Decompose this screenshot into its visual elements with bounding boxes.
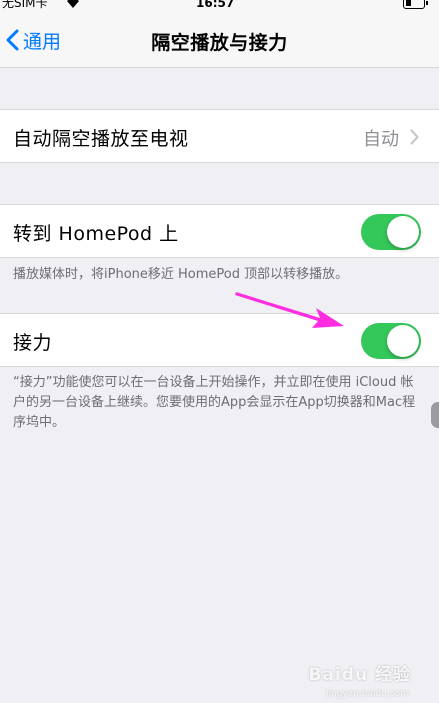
- page-title: 隔空播放与接力: [151, 32, 288, 54]
- handoff-toggle[interactable]: [361, 323, 421, 359]
- status-bar: 无SIM卡 16:57: [0, 0, 439, 12]
- wifi-icon: [66, 0, 80, 11]
- handoff-label: 接力: [13, 332, 53, 354]
- toggle-knob: [387, 216, 419, 248]
- airplay-to-tv-value: 自动: [363, 129, 399, 150]
- homepod-toggle[interactable]: [361, 214, 421, 250]
- toggle-knob: [387, 325, 419, 357]
- homepod-footnote: 播放媒体时，将iPhone移近 HomePod 顶部以转移播放。: [13, 267, 349, 282]
- chevron-right-icon: [410, 129, 419, 145]
- homepod-row: 转到 HomePod 上: [0, 204, 439, 258]
- carrier-label: 无SIM卡: [2, 0, 48, 10]
- annotation-arrow-icon: [235, 292, 344, 328]
- homepod-label: 转到 HomePod 上: [13, 223, 179, 245]
- handoff-footnote: “接力”功能使您可以在一台设备上开始操作，并立即在使用 iCloud 帐户的另一…: [13, 375, 416, 430]
- watermark-logo: Baidu 经验: [308, 665, 411, 685]
- airplay-to-tv-label: 自动隔空播放至电视: [13, 128, 189, 150]
- watermark-url: jingyan.baidu.com: [325, 689, 409, 699]
- battery-icon: [403, 0, 428, 9]
- navigation-bar: 通用 隔空播放与接力: [0, 12, 439, 68]
- clock-time: 16:57: [196, 0, 235, 10]
- handoff-row: 接力: [0, 313, 439, 367]
- assistive-touch-handle[interactable]: [431, 402, 439, 428]
- airplay-to-tv-row[interactable]: 自动隔空播放至电视 自动: [0, 109, 439, 163]
